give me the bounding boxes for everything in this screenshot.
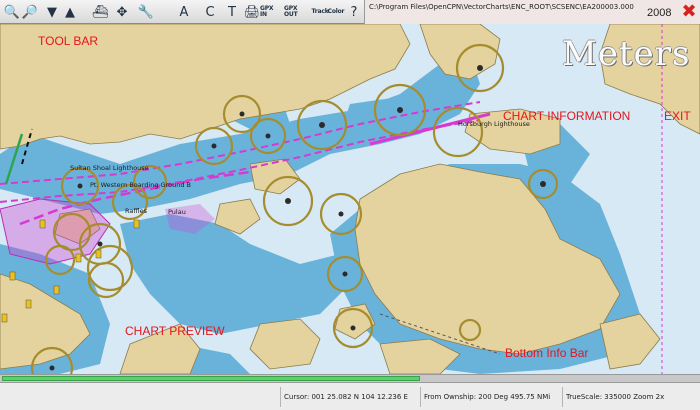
settings-icon[interactable]: 🔧 <box>136 2 156 22</box>
annotation-chart-preview: CHART PREVIEW <box>125 324 225 338</box>
gpx-out-icon[interactable]: GPX OUT <box>284 2 304 22</box>
annotation-chart-information: CHART INFORMATION <box>503 109 631 123</box>
label-raffles: Raffles <box>125 207 148 215</box>
nautical-chart[interactable]: Sultan Shoal Lighthouse Pt. Western Boar… <box>0 24 700 374</box>
chart-info-bar: C:\Program Files\OpenCPN\VectorCharts\EN… <box>364 0 700 24</box>
label-boarding-ground: Pt. Western Boarding Ground B <box>90 181 191 189</box>
zoom-out-icon[interactable]: 🔎 <box>20 2 40 22</box>
quilt-down-icon[interactable]: ▼ <box>42 2 62 22</box>
chart-edition-year: 2008 <box>647 7 672 19</box>
chart-preview-bar[interactable] <box>0 374 700 382</box>
text-icon[interactable]: A <box>174 2 194 22</box>
color-icon[interactable]: Color <box>326 2 346 22</box>
gpx-in-icon[interactable]: GPX IN <box>260 2 280 22</box>
chart-preview-fill <box>2 376 420 381</box>
annotation-tool-bar: TOOL BAR <box>38 34 99 48</box>
exit-icon[interactable]: ✖ <box>679 2 699 22</box>
bottom-info-bar: Cursor: 001 25.082 N 104 12.236 E From O… <box>0 382 700 410</box>
depth-units-label: Meters <box>562 34 691 74</box>
help-icon[interactable]: ? <box>344 2 364 22</box>
ownship-bearing: From Ownship: 200 Deg 495.75 NMi <box>420 387 562 407</box>
label-sultan-shoal: Sultan Shoal Lighthouse <box>70 164 149 172</box>
quilt-up-icon[interactable]: ▲ <box>60 2 80 22</box>
tide-icon[interactable]: T <box>222 2 242 22</box>
annotation-bottom-info-bar: Bottom Info Bar <box>505 346 589 360</box>
scale-zoom: TrueScale: 335000 Zoom 2x <box>562 387 700 407</box>
chart-canvas[interactable]: Sultan Shoal Lighthouse Pt. Western Boar… <box>0 24 700 374</box>
print-icon[interactable]: 🖨 <box>242 2 262 22</box>
current-icon[interactable]: C <box>200 2 220 22</box>
annotation-exit: EXIT <box>664 109 691 123</box>
zoom-in-icon[interactable]: 🔍 <box>2 2 22 22</box>
cursor-position: Cursor: 001 25.082 N 104 12.236 E <box>280 387 420 407</box>
follow-ship-icon[interactable]: ⛴ <box>90 2 110 22</box>
chart-file-path: C:\Program Files\OpenCPN\VectorCharts\EN… <box>369 3 634 11</box>
center-pan-icon[interactable]: ✥ <box>112 2 132 22</box>
label-pulau: Pulau <box>168 208 186 216</box>
